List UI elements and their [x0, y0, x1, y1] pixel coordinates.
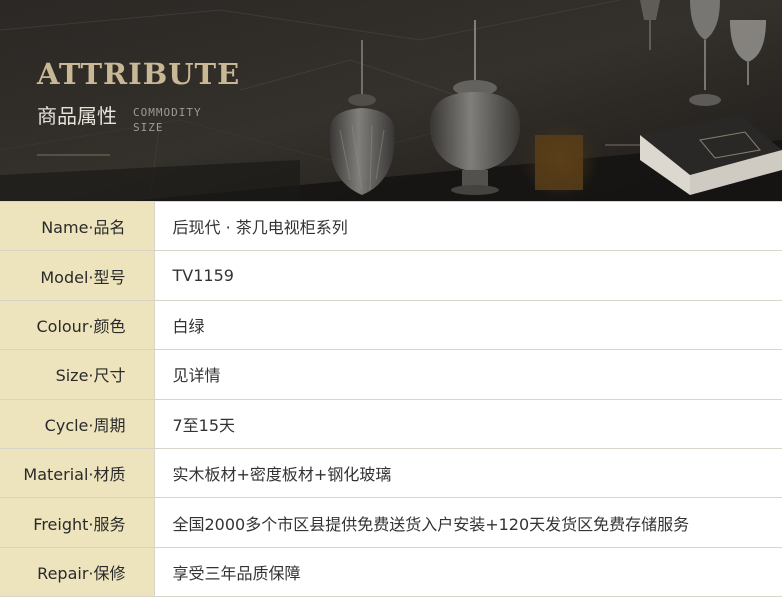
attribute-row-freight: Freight·服务 全国2000多个市区县提供免费送货入户安装+120天发货区… — [0, 497, 782, 548]
attribute-row-model: Model·型号 TV1159 — [0, 250, 782, 301]
attribute-value: TV1159 — [154, 250, 782, 301]
attribute-row-material: Material·材质 实木板材+密度板材+钢化玻璃 — [0, 448, 782, 499]
banner-title-cn: 商品属性 — [37, 104, 117, 128]
attribute-key: Cycle·周期 — [0, 399, 155, 449]
banner-title-en: ATTRIBUTE — [37, 57, 241, 91]
banner-subtitle-line: COMMODITY — [133, 106, 202, 119]
attribute-value: 见详情 — [154, 349, 782, 400]
attribute-row-cycle: Cycle·周期 7至15天 — [0, 399, 782, 449]
attribute-row-repair: Repair·保修 享受三年品质保障 — [0, 547, 782, 597]
attribute-key: Material·材质 — [0, 448, 155, 499]
attribute-value: 实木板材+密度板材+钢化玻璃 — [154, 448, 782, 499]
attribute-value: 享受三年品质保障 — [154, 547, 782, 597]
attribute-table: Name·品名 后现代 · 茶几电视柜系列 Model·型号 TV1159 Co… — [0, 200, 782, 597]
attribute-value: 白绿 — [154, 300, 782, 351]
attribute-banner: ATTRIBUTE 商品属性 COMMODITY SIZE — [0, 0, 782, 201]
attribute-value: 7至15天 — [154, 399, 782, 449]
attribute-key: Size·尺寸 — [0, 349, 155, 400]
attribute-row-name: Name·品名 后现代 · 茶几电视柜系列 — [0, 200, 782, 252]
attribute-key: Repair·保修 — [0, 547, 155, 597]
attribute-key: Colour·颜色 — [0, 300, 155, 351]
banner-subtitle: COMMODITY SIZE — [133, 105, 223, 135]
attribute-value: 全国2000多个市区县提供免费送货入户安装+120天发货区免费存储服务 — [154, 497, 782, 548]
attribute-key: Freight·服务 — [0, 497, 155, 548]
attribute-key: Name·品名 — [0, 200, 155, 252]
decor-photo-background — [0, 0, 782, 201]
attribute-key: Model·型号 — [0, 250, 155, 301]
attribute-value: 后现代 · 茶几电视柜系列 — [154, 200, 782, 252]
attribute-row-size: Size·尺寸 见详情 — [0, 349, 782, 400]
banner-subtitle-line: SIZE — [133, 121, 164, 134]
attribute-row-colour: Colour·颜色 白绿 — [0, 300, 782, 351]
